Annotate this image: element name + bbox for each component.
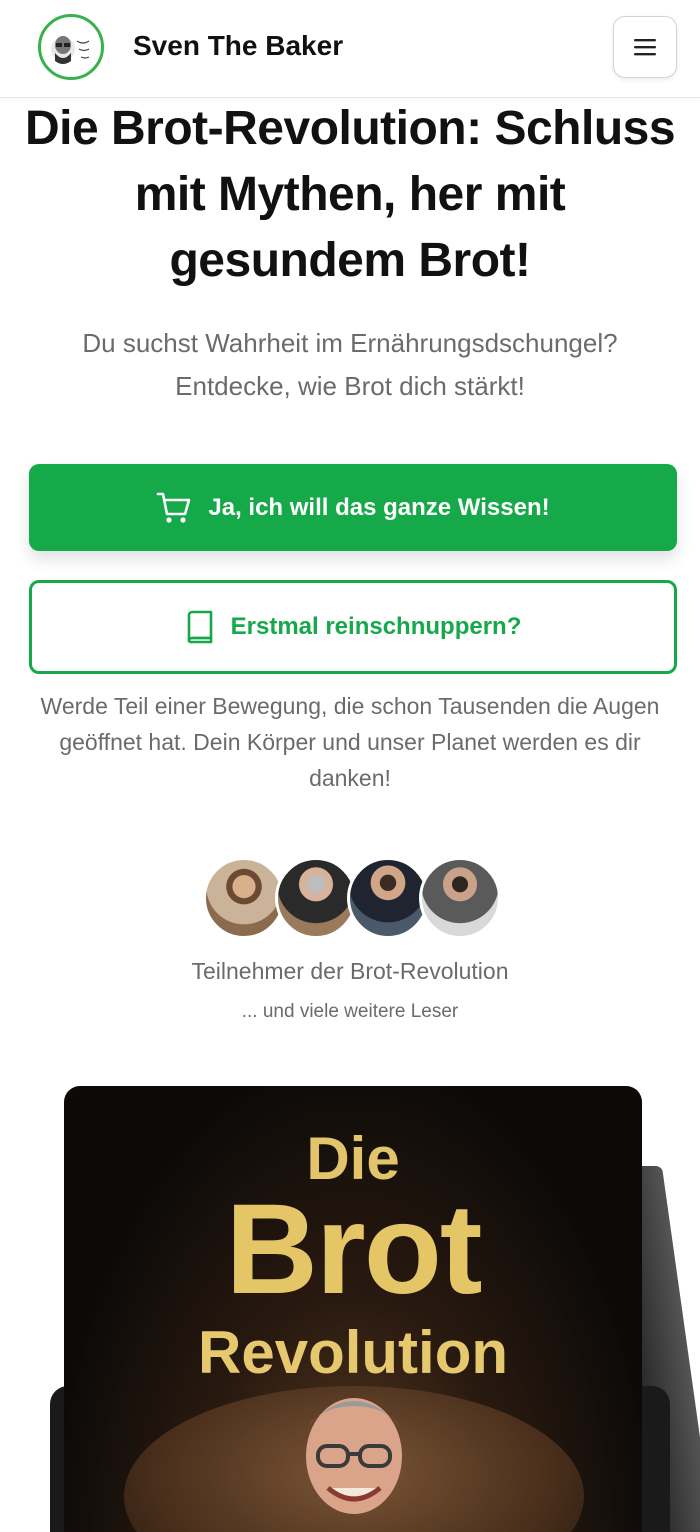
book-front: Die Brot Revolution xyxy=(64,1086,642,1532)
hamburger-menu-icon xyxy=(634,39,656,56)
buy-full-knowledge-button[interactable]: Ja, ich will das ganze Wissen! xyxy=(29,464,677,551)
book-icon xyxy=(187,610,212,644)
logo-icon[interactable] xyxy=(38,14,104,80)
avatar xyxy=(347,857,429,939)
movement-text: Werde Teil einer Bewegung, die schon Tau… xyxy=(40,693,660,791)
brand-name[interactable]: Sven The Baker xyxy=(133,30,343,62)
author-portrait xyxy=(306,1398,402,1514)
preview-button-label: Erstmal reinschnuppern? xyxy=(230,613,522,640)
book-cover-image: Die Brot Revolution xyxy=(40,1086,700,1532)
book-title-line2: Brot xyxy=(225,1178,482,1321)
site-header: Sven The Baker xyxy=(0,0,700,98)
hero-subtitle: Du suchst Wahrheit im Ernährungsdschunge… xyxy=(82,328,618,401)
participant-avatars xyxy=(203,857,503,941)
participants-label: Teilnehmer der Brot-Revolution xyxy=(191,958,509,984)
avatar xyxy=(275,857,357,939)
buy-button-label: Ja, ich will das ganze Wissen! xyxy=(208,493,550,521)
shopping-cart-icon xyxy=(157,492,191,523)
avatar xyxy=(203,857,285,939)
hero-title: Die Brot-Revolution: Schluss mit Mythen,… xyxy=(24,102,676,287)
more-readers-label: ... und viele weitere Leser xyxy=(241,1001,459,1022)
preview-button[interactable]: Erstmal reinschnuppern? xyxy=(29,580,677,674)
avatar xyxy=(419,857,501,939)
menu-button[interactable] xyxy=(613,16,677,78)
